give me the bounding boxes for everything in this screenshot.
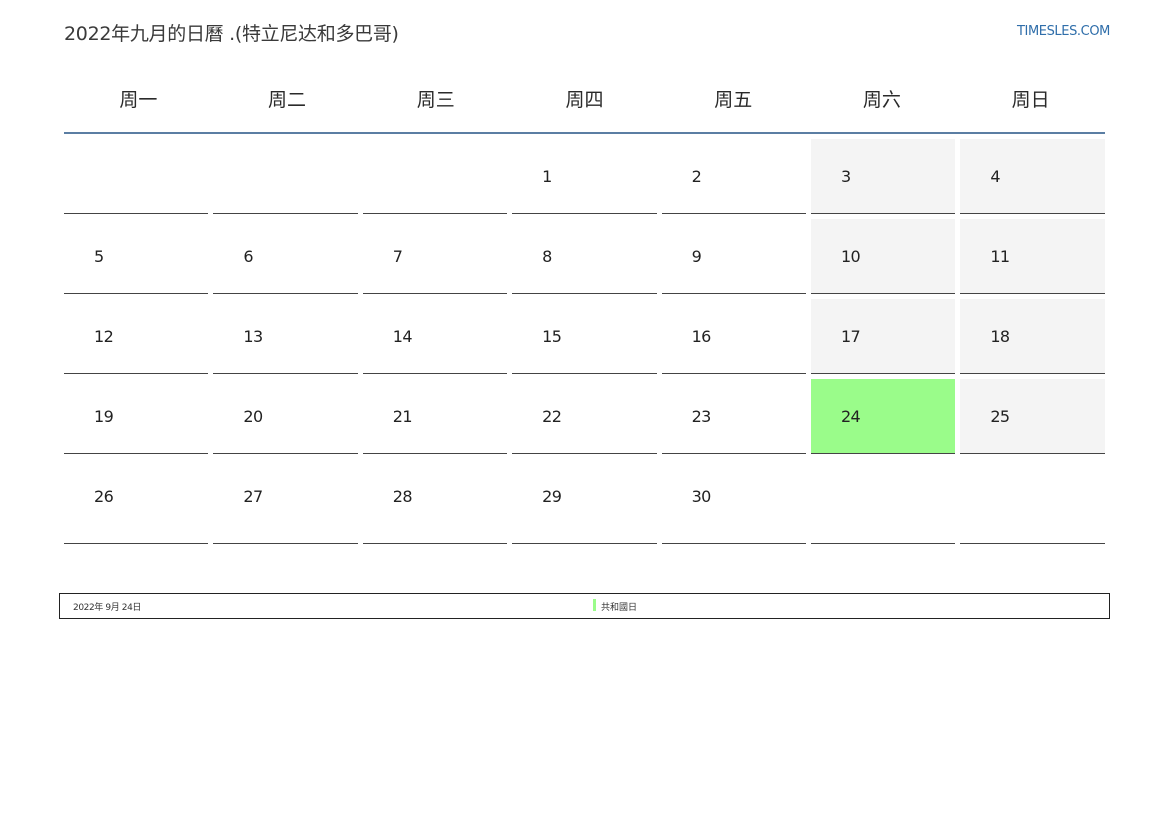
weekday-sun: 周日 (1011, 89, 1050, 111)
calendar-cell[interactable]: 27 (213, 459, 358, 544)
calendar-grid: 1 2 3 4 5 6 7 8 9 10 11 12 13 14 15 16 17 18 19 20 21 22 23 24 2… (64, 139, 1110, 549)
calendar-cell[interactable]: 20 (213, 379, 358, 454)
calendar-cell-empty (362, 139, 508, 214)
calendar-week: 19 20 21 22 23 24 25 (64, 379, 1110, 454)
calendar-cell[interactable]: 2 (661, 139, 806, 214)
calendar-cell[interactable]: 22 (512, 379, 657, 454)
day-number: 15 (542, 327, 562, 346)
calendar-week: 5 6 7 8 9 10 11 (64, 219, 1110, 294)
day-number: 2 (691, 167, 702, 186)
day-number: 9 (691, 247, 702, 266)
calendar-cell[interactable]: 14 (362, 299, 508, 374)
day-number: 18 (990, 327, 1010, 346)
calendar-cell[interactable]: 9 (661, 219, 806, 294)
day-number: 20 (243, 407, 263, 426)
day-number: 6 (243, 247, 253, 266)
weekday-fri: 周五 (714, 89, 753, 111)
legend-date: 2022年 9月 24日 (73, 603, 142, 613)
calendar-cell-empty (64, 139, 209, 214)
weekday-tue: 周二 (268, 89, 307, 111)
calendar-cell[interactable]: 26 (64, 459, 209, 544)
day-number: 3 (840, 167, 851, 186)
calendar-cell[interactable]: 13 (213, 299, 358, 374)
calendar-cell-holiday[interactable]: 24 (810, 379, 956, 454)
day-number: 27 (243, 487, 263, 506)
day-number: 22 (542, 407, 562, 426)
calendar-cell[interactable]: 17 (810, 299, 956, 374)
calendar-cell[interactable]: 3 (810, 139, 956, 214)
day-number: 26 (94, 487, 114, 506)
calendar-cell[interactable]: 7 (362, 219, 508, 294)
day-number: 28 (392, 487, 413, 506)
calendar-cell[interactable]: 28 (362, 459, 508, 544)
day-number: 4 (990, 167, 1000, 186)
calendar-cell[interactable]: 21 (362, 379, 508, 454)
day-number: 19 (94, 407, 114, 426)
weekday-thu: 周四 (565, 89, 604, 111)
day-number: 8 (542, 247, 552, 266)
calendar-cell[interactable]: 23 (661, 379, 806, 454)
day-number: 7 (392, 247, 403, 266)
calendar-cell[interactable]: 19 (64, 379, 209, 454)
calendar-week: 12 13 14 15 16 17 18 (64, 299, 1110, 374)
calendar-cell[interactable]: 10 (810, 219, 956, 294)
day-number: 11 (990, 247, 1010, 266)
day-number: 25 (990, 407, 1010, 426)
day-number: 23 (691, 407, 712, 426)
holiday-legend: 2022年 9月 24日 共和國日 (59, 593, 1110, 619)
calendar-cell[interactable]: 29 (512, 459, 657, 544)
calendar-cell[interactable]: 8 (512, 219, 657, 294)
day-number: 10 (840, 247, 861, 266)
weekday-mon: 周一 (119, 89, 158, 111)
calendar-cell-empty (810, 459, 956, 544)
weekday-wed: 周三 (416, 89, 455, 111)
legend-holiday-name: 共和國日 (601, 603, 638, 613)
legend-holiday-swatch (593, 599, 596, 611)
calendar-week: 1 2 3 4 (64, 139, 1110, 214)
calendar-cell[interactable]: 25 (960, 379, 1105, 454)
weekday-header: 周一 周二 周三 周四 周五 周六 周日 (64, 80, 1105, 134)
calendar-cell[interactable]: 6 (213, 219, 358, 294)
calendar-cell[interactable]: 15 (512, 299, 657, 374)
calendar-cell[interactable]: 16 (661, 299, 806, 374)
day-number: 13 (243, 327, 263, 346)
calendar-week: 26 27 28 29 30 (64, 459, 1110, 544)
calendar-cell[interactable]: 4 (960, 139, 1105, 214)
calendar-cell-empty (213, 139, 358, 214)
calendar-cell[interactable]: 11 (960, 219, 1105, 294)
day-number: 29 (542, 487, 562, 506)
day-number: 24 (840, 407, 861, 426)
calendar-cell[interactable]: 30 (661, 459, 806, 544)
day-number: 17 (840, 327, 861, 346)
calendar-cell-empty (960, 459, 1105, 544)
day-number: 30 (691, 487, 712, 506)
day-number: 14 (392, 327, 413, 346)
page-title: 2022年九月的日曆 .(特立尼达和多巴哥) (64, 23, 399, 45)
day-number: 21 (392, 407, 413, 426)
day-number: 16 (691, 327, 712, 346)
calendar-cell[interactable]: 12 (64, 299, 209, 374)
calendar-cell[interactable]: 5 (64, 219, 209, 294)
weekday-sat: 周六 (862, 89, 901, 111)
calendar-cell[interactable]: 18 (960, 299, 1105, 374)
calendar-cell[interactable]: 1 (512, 139, 657, 214)
day-number: 12 (94, 327, 114, 346)
day-number: 5 (94, 247, 104, 266)
day-number: 1 (542, 167, 552, 186)
site-link[interactable]: TIMESLES.COM (1017, 24, 1110, 39)
